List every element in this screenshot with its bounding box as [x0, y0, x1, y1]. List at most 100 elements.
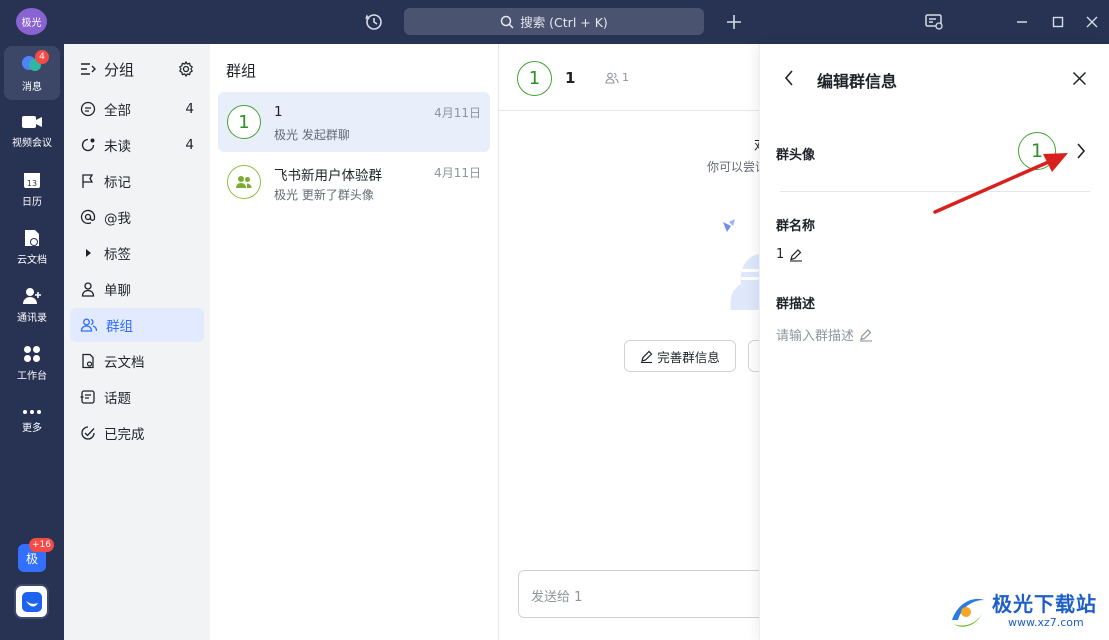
rail-item-more[interactable]: 更多: [4, 394, 60, 448]
calendar-icon: 13: [24, 172, 40, 188]
chat-date: 4月11日: [434, 106, 481, 120]
group-avatar: [227, 165, 261, 199]
complete-group-info-button[interactable]: 完善群信息: [624, 340, 736, 372]
search-bar[interactable]: 搜索 (Ctrl + K): [404, 8, 704, 35]
history-icon: [365, 14, 382, 30]
search-placeholder: 搜索 (Ctrl + K): [520, 15, 608, 30]
rail-label: 消息: [22, 81, 42, 93]
complete-group-info-label: 完善群信息: [657, 349, 720, 365]
conversation-title: 1: [565, 69, 576, 87]
chat-last-message: 极光 更新了群头像: [274, 188, 374, 202]
cloud-doc-icon: [25, 229, 39, 246]
groups-title: 分组: [104, 60, 135, 79]
doc-icon: [82, 353, 94, 369]
watermark-logo-icon: [952, 598, 984, 627]
nav-rail: 消息 4 视频会议 13 日历 云文档 通讯录 工作台 更多 极 +16: [0, 44, 64, 640]
group-item-label: 全部: [104, 103, 131, 119]
minimize-button[interactable]: [1010, 10, 1034, 34]
watermark: 极光下载站 www.xz7.com: [946, 584, 1106, 638]
watermark-brand: 极光下载站: [992, 592, 1097, 616]
app-window: 极光 搜索 (Ctrl + K) 消息 4 视频会议 13 日历 云文档 通讯录…: [0, 0, 1109, 640]
member-count[interactable]: 1: [605, 71, 629, 84]
check-circle-icon: [81, 426, 95, 440]
feishu-logo-button[interactable]: [14, 584, 49, 619]
video-camera-icon: [22, 115, 42, 128]
unread-badge: 4: [35, 50, 49, 64]
user-avatar[interactable]: 极光: [16, 8, 47, 35]
close-window-button[interactable]: [1080, 10, 1104, 34]
member-count-value: 1: [622, 71, 629, 84]
group-avatar: 1: [227, 105, 261, 139]
group-item-label: 标记: [104, 175, 131, 191]
group-item-mentions[interactable]: @我: [70, 200, 204, 234]
chat-icon: [80, 101, 96, 117]
close-icon: [1086, 16, 1098, 28]
chat-last-message: 极光 发起群聊: [274, 128, 350, 142]
title-bar: 极光 搜索 (Ctrl + K): [0, 0, 1109, 44]
chat-list-item[interactable]: 飞书新用户体验群 极光 更新了群头像 4月11日: [218, 152, 490, 212]
svg-text:13: 13: [27, 179, 37, 188]
rail-item-messages[interactable]: 消息 4: [4, 46, 60, 100]
rail-label: 更多: [22, 422, 42, 434]
group-item-count: 4: [185, 101, 194, 117]
group-item-unread[interactable]: 未读 4: [70, 128, 204, 162]
edit-icon: [641, 350, 653, 363]
members-icon: [605, 72, 619, 84]
gear-icon[interactable]: [178, 61, 194, 77]
group-description-field[interactable]: 请输入群描述: [776, 325, 873, 344]
back-button[interactable]: [778, 67, 800, 89]
screen-settings-icon: [925, 14, 943, 30]
group-icon: [80, 318, 98, 332]
groups-header: 分组: [80, 58, 200, 80]
rail-item-docs[interactable]: 云文档: [4, 220, 60, 274]
chevron-left-icon: [784, 70, 793, 86]
maximize-button[interactable]: [1046, 10, 1070, 34]
group-item-flagged[interactable]: 标记: [70, 164, 204, 198]
chat-list-item[interactable]: 1 1 极光 发起群聊 4月11日: [218, 92, 490, 152]
group-item-label: 群组: [106, 319, 133, 335]
rail-item-workspace[interactable]: 工作台: [4, 336, 60, 390]
close-panel-button[interactable]: [1068, 67, 1090, 89]
pencil-icon[interactable]: [789, 248, 803, 262]
group-name-value: 1: [776, 247, 785, 262]
conversation-header: 1 1 1: [499, 44, 759, 111]
chat-date: 4月11日: [434, 166, 481, 180]
unread-icon: [81, 138, 95, 152]
rail-item-contacts[interactable]: 通讯录: [4, 278, 60, 332]
app-shortcut-badge: +16: [29, 538, 54, 552]
feishu-logo-icon: [21, 591, 42, 612]
group-item-docs[interactable]: 云文档: [70, 344, 204, 378]
group-item-label: 话题: [104, 391, 131, 407]
group-item-tags[interactable]: 标签: [70, 236, 204, 270]
chat-name: 1: [274, 104, 283, 120]
group-name-field[interactable]: 1: [776, 247, 803, 262]
rail-label: 云文档: [17, 254, 47, 266]
rail-item-calendar[interactable]: 13 日历: [4, 162, 60, 216]
topic-icon: [80, 390, 95, 404]
divider: [780, 191, 1090, 192]
group-item-all[interactable]: 全部 4: [70, 92, 204, 126]
chat-list-title: 群组: [226, 62, 257, 80]
group-item-done[interactable]: 已完成: [70, 416, 204, 450]
group-description-placeholder: 请输入群描述: [776, 329, 855, 344]
group-item-groups[interactable]: 群组: [70, 308, 204, 342]
settings-screen-button[interactable]: [922, 10, 946, 34]
create-button[interactable]: [722, 10, 746, 34]
chat-name: 飞书新用户体验群: [274, 168, 382, 184]
group-avatar-preview[interactable]: 1: [1018, 132, 1056, 170]
rail-item-video[interactable]: 视频会议: [4, 104, 60, 158]
avatar-row-label: 群头像: [776, 148, 816, 163]
flag-icon: [82, 174, 94, 188]
group-item-direct[interactable]: 单聊: [70, 272, 204, 306]
pencil-icon[interactable]: [859, 328, 873, 342]
group-item-topics[interactable]: 话题: [70, 380, 204, 414]
chevron-right-icon[interactable]: [1074, 141, 1088, 161]
message-input[interactable]: 发送给 1: [518, 570, 768, 618]
empty-state-illustration: [723, 219, 759, 310]
rail-label: 通讯录: [17, 312, 47, 324]
group-item-label: 单聊: [104, 283, 131, 299]
rail-label: 工作台: [17, 370, 47, 382]
conversation-avatar[interactable]: 1: [517, 61, 552, 96]
history-button[interactable]: [362, 10, 386, 34]
workspace-icon: [24, 345, 40, 362]
